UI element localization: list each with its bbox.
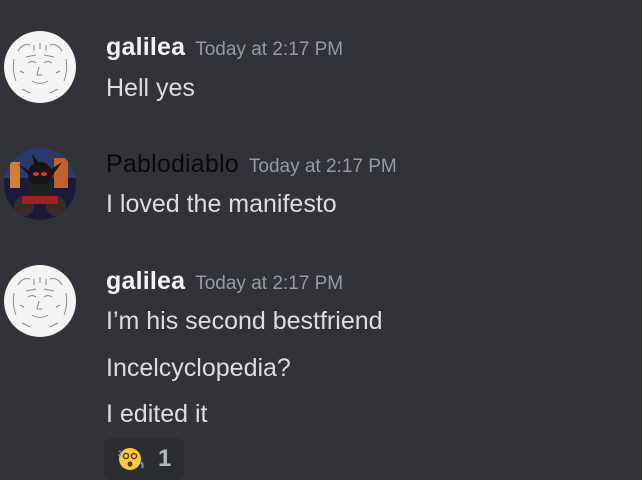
sketch-face-icon xyxy=(4,31,76,103)
avatar[interactable] xyxy=(4,265,76,337)
username[interactable]: Pablodiablo xyxy=(106,150,239,178)
timestamp: Today at 2:17 PM xyxy=(248,156,397,177)
avatar[interactable] xyxy=(4,31,76,103)
message-text: I loved the manifesto xyxy=(106,190,337,218)
username[interactable]: galilea xyxy=(106,267,185,295)
reaction-button[interactable]: 1 xyxy=(104,438,184,480)
message-text: Hell yes xyxy=(106,74,195,102)
timestamp: Today at 2:17 PM xyxy=(195,273,344,294)
hedgehog-character-icon xyxy=(4,148,76,220)
message-header: galilea Today at 2:17 PM xyxy=(106,33,343,62)
message-header: galilea Today at 2:17 PM xyxy=(106,267,343,296)
message-text: I’m his second bestfriend xyxy=(106,307,383,335)
message-text: I edited it xyxy=(106,400,208,428)
avatar[interactable] xyxy=(4,148,76,220)
message-text: Incelcyclopedia? xyxy=(106,354,291,382)
dizzy-face-icon xyxy=(116,444,146,474)
message-header: Pablodiablo Today at 2:17 PM xyxy=(106,150,397,179)
reaction-count: 1 xyxy=(158,445,172,472)
username[interactable]: galilea xyxy=(106,33,185,61)
sketch-face-icon xyxy=(4,265,76,337)
timestamp: Today at 2:17 PM xyxy=(195,39,344,60)
